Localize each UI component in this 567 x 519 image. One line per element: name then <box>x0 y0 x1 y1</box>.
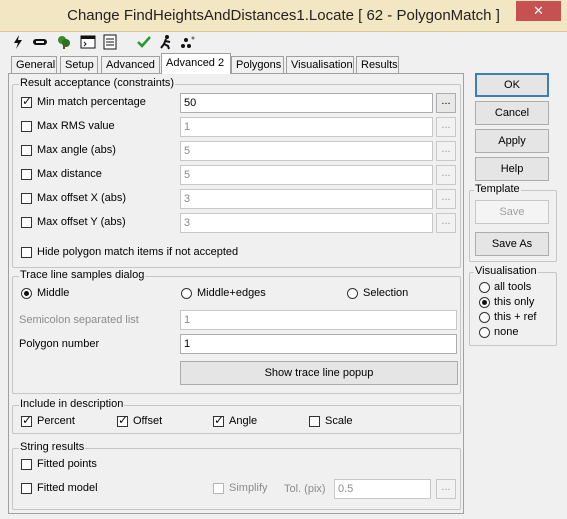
semicolon-list-input[interactable]: 1 <box>180 310 457 330</box>
trace-middle-radio[interactable] <box>21 288 32 299</box>
fitted-model-checkbox[interactable] <box>21 483 32 494</box>
trace-middle-label: Middle <box>37 287 70 299</box>
simplify-label: Simplify <box>229 482 268 494</box>
scale-label: Scale <box>325 415 353 427</box>
max-offset-x-label: Max offset X (abs) <box>37 192 127 204</box>
offset-checkbox[interactable]: ✓ <box>117 413 128 427</box>
fitted-points-checkbox[interactable] <box>21 459 32 470</box>
polygon-number-input[interactable]: 1 <box>180 334 457 354</box>
vis-this-only-label: this only <box>494 296 535 308</box>
angle-checkbox[interactable]: ✓ <box>213 413 224 427</box>
nodes-icon[interactable] <box>180 34 196 50</box>
visualisation-legend: Visualisation <box>474 265 538 277</box>
vis-this-plus-ref-radio[interactable] <box>479 312 490 323</box>
notes-icon[interactable] <box>102 34 118 50</box>
vis-all-tools-radio[interactable] <box>479 282 490 293</box>
title-bar: Change FindHeightsAndDistances1.Locate [… <box>0 0 567 32</box>
tab-results[interactable]: Results <box>356 56 399 73</box>
show-trace-line-popup-button[interactable]: Show trace line popup <box>180 361 458 385</box>
tolerance-input[interactable]: 0.5 <box>334 479 431 499</box>
vis-all-tools-label: all tools <box>494 281 532 293</box>
trace-middle-edges-radio[interactable] <box>181 288 192 299</box>
include-description-legend: Include in description <box>19 398 125 410</box>
max-distance-label: Max distance <box>37 168 102 180</box>
max-angle-checkbox[interactable] <box>21 145 32 156</box>
runner-icon[interactable] <box>158 34 174 50</box>
trace-middle-edges-label: Middle+edges <box>197 287 266 299</box>
percent-checkbox[interactable]: ✓ <box>21 413 32 427</box>
scale-checkbox[interactable] <box>309 416 320 427</box>
tab-general[interactable]: General <box>11 56 57 73</box>
template-legend: Template <box>474 183 521 195</box>
template-save-button[interactable]: Save <box>475 200 549 224</box>
fitted-model-label: Fitted model <box>37 482 98 494</box>
help-button[interactable]: Help <box>475 157 549 181</box>
percent-label: Percent <box>37 415 75 427</box>
max-offset-y-input[interactable]: 3 <box>180 213 433 233</box>
tab-advanced-2[interactable]: Advanced 2 <box>161 53 231 74</box>
vis-this-only-radio[interactable] <box>479 297 490 308</box>
trace-selection-label: Selection <box>363 287 409 299</box>
semicolon-list-label: Semicolon separated list <box>19 314 139 326</box>
max-distance-checkbox[interactable] <box>21 169 32 180</box>
tab-visualisation[interactable]: Visualisation <box>286 56 354 73</box>
max-rms-value-checkbox[interactable] <box>21 121 32 132</box>
hide-unaccepted-label: Hide polygon match items if not accepted <box>37 246 239 258</box>
max-angle-browse-button[interactable]: ... <box>436 141 456 161</box>
string-results-legend: String results <box>19 441 86 453</box>
max-angle-label: Max angle (abs) <box>37 144 116 156</box>
tab-setup[interactable]: Setup <box>60 56 98 73</box>
polygon-number-label: Polygon number <box>19 338 100 350</box>
max-distance-input[interactable]: 5 <box>180 165 433 185</box>
apply-button[interactable]: Apply <box>475 129 549 153</box>
max-angle-input[interactable]: 5 <box>180 141 433 161</box>
max-offset-y-label: Max offset Y (abs) <box>37 216 126 228</box>
max-rms-value-browse-button[interactable]: ... <box>436 117 456 137</box>
min-match-percentage-input[interactable]: 50 <box>180 93 433 113</box>
tab-polygons[interactable]: Polygons <box>231 56 284 73</box>
max-offset-x-browse-button[interactable]: ... <box>436 189 456 209</box>
max-rms-value-label: Max RMS value <box>37 120 115 132</box>
console-icon[interactable] <box>80 34 96 50</box>
offset-label: Offset <box>133 415 163 427</box>
min-match-percentage-label: Min match percentage <box>37 96 146 108</box>
template-save-as-button[interactable]: Save As <box>475 232 549 256</box>
tab-advanced[interactable]: Advanced <box>101 56 160 73</box>
fitted-points-label: Fitted points <box>37 458 97 470</box>
max-offset-x-checkbox[interactable] <box>21 193 32 204</box>
vis-this-plus-ref-label: this + ref <box>494 311 537 323</box>
link-icon[interactable] <box>32 34 48 50</box>
trace-selection-radio[interactable] <box>347 288 358 299</box>
checkmark-icon[interactable] <box>136 34 152 50</box>
angle-label: Angle <box>229 415 258 427</box>
result-acceptance-legend: Result acceptance (constraints) <box>19 77 176 89</box>
simplify-checkbox[interactable] <box>213 483 224 494</box>
max-offset-y-checkbox[interactable] <box>21 217 32 228</box>
trace-line-legend: Trace line samples dialog <box>19 269 146 281</box>
plant-icon[interactable] <box>56 34 72 50</box>
min-match-percentage-checkbox[interactable]: ✓ <box>21 94 32 108</box>
hide-unaccepted-checkbox[interactable] <box>21 247 32 258</box>
lightning-icon[interactable] <box>10 34 26 50</box>
max-offset-y-browse-button[interactable]: ... <box>436 213 456 233</box>
min-match-percentage-browse-button[interactable]: ... <box>436 93 456 113</box>
vis-none-radio[interactable] <box>479 327 490 338</box>
close-button[interactable]: ✕ <box>516 1 561 21</box>
window-title: Change FindHeightsAndDistances1.Locate [… <box>67 7 500 24</box>
tolerance-label: Tol. (pix) <box>284 483 326 495</box>
cancel-button[interactable]: Cancel <box>475 101 549 125</box>
vis-none-label: none <box>494 326 519 338</box>
max-rms-value-input[interactable]: 1 <box>180 117 433 137</box>
max-distance-browse-button[interactable]: ... <box>436 165 456 185</box>
max-offset-x-input[interactable]: 3 <box>180 189 433 209</box>
tolerance-browse-button[interactable]: ... <box>436 479 456 499</box>
ok-button[interactable]: OK <box>475 73 549 97</box>
